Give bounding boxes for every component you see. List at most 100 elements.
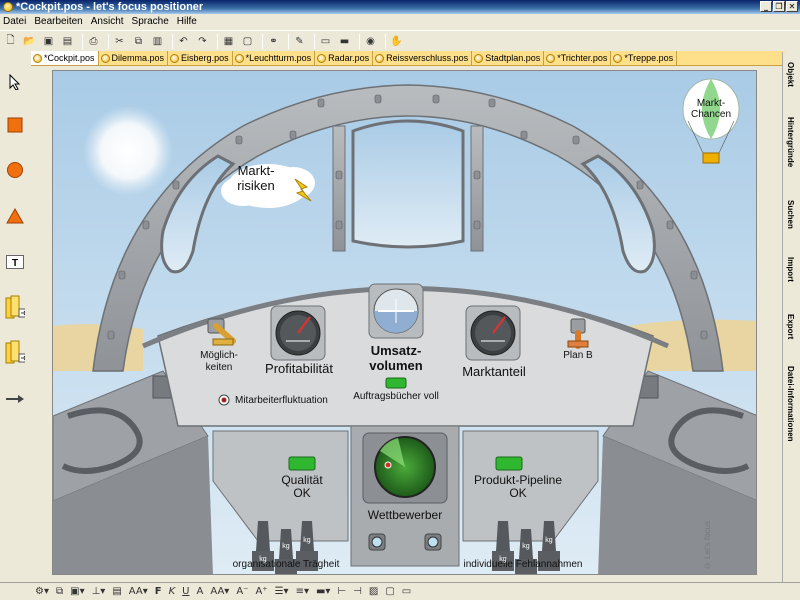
pointer-tool-icon[interactable] <box>5 72 25 92</box>
layer-icon[interactable]: ▣▾ <box>70 586 84 597</box>
open-image-icon[interactable]: ▣ <box>41 34 56 49</box>
edit-icon[interactable]: ✎ <box>292 34 307 49</box>
tab-import[interactable]: Import <box>786 257 795 282</box>
camera-icon[interactable]: ◉ <box>363 34 378 49</box>
copy-icon[interactable]: ⧉ <box>131 34 146 49</box>
window-icon[interactable]: ▢ <box>240 34 255 49</box>
line-spacing-icon[interactable]: ≡▾ <box>296 586 309 597</box>
shadow-icon[interactable]: ▭ <box>402 586 411 597</box>
gauge-marktanteil <box>465 305 521 361</box>
text-align-icon[interactable]: ☰▾ <box>275 586 289 597</box>
order-icon[interactable]: ▤ <box>112 586 121 597</box>
toolbar-separator <box>385 34 386 49</box>
save-icon[interactable]: ▤ <box>60 34 75 49</box>
increase-font-icon[interactable]: A⁺ <box>255 586 267 597</box>
tab-stadtplan[interactable]: Stadtplan.pos <box>472 51 545 65</box>
font-icon[interactable]: AA▾ <box>129 586 148 597</box>
menu-datei[interactable]: Datei <box>3 16 26 27</box>
tab-eisberg[interactable]: Eisberg.pos <box>168 51 233 65</box>
hand-icon[interactable]: ✋ <box>389 34 404 49</box>
document-icon <box>234 53 244 63</box>
text-color-icon[interactable]: A <box>197 586 204 597</box>
line-start-icon[interactable]: ⊢ <box>337 586 346 597</box>
redo-icon[interactable]: ↷ <box>195 34 210 49</box>
pipeline-label: Produkt-Pipeline OK <box>473 473 563 500</box>
print-icon[interactable]: ⎙ <box>86 34 101 49</box>
open-folder-icon[interactable]: 📂 <box>22 34 37 49</box>
tab-datei-informationen[interactable]: Datei-Informationen <box>786 366 795 442</box>
presentation-icon[interactable]: ▭ <box>318 34 333 49</box>
background-library-icon[interactable] <box>5 340 25 366</box>
tab-treppe[interactable]: *Treppe.pos <box>611 51 678 65</box>
group-icon[interactable]: ⧉ <box>56 586 63 597</box>
tab-objekt[interactable]: Objekt <box>786 62 795 87</box>
tab-reissverschluss[interactable]: Reissverschluss.pos <box>373 51 473 65</box>
line-style-icon[interactable]: ▬▾ <box>316 586 330 597</box>
weight-label: kg <box>303 537 311 544</box>
tab-hintergruende[interactable]: Hintergründe <box>786 117 795 167</box>
tab-export[interactable]: Export <box>786 314 795 339</box>
tab-dilemma[interactable]: Dilemma.pos <box>99 51 169 65</box>
document-icon <box>474 53 484 63</box>
toolbar-separator <box>262 34 263 49</box>
menu-ansicht[interactable]: Ansicht <box>91 16 124 27</box>
side-panel-tabs: Objekt Hintergründe Suchen Import Export… <box>782 52 800 582</box>
underline-icon[interactable]: U <box>182 586 189 597</box>
center-title-label: Umsatz- volumen <box>369 343 423 373</box>
line-end-icon[interactable]: ⊣ <box>353 586 362 597</box>
cut-icon[interactable]: ✂ <box>112 34 127 49</box>
tab-leuchtturm[interactable]: *Leuchtturm.pos <box>233 51 316 65</box>
paste-icon[interactable]: ▥ <box>150 34 165 49</box>
rectangle-tool-icon[interactable] <box>5 115 25 135</box>
link-icon[interactable]: ⚭ <box>266 34 281 49</box>
menu-sprache[interactable]: Sprache <box>132 16 169 27</box>
circle-tool-icon[interactable] <box>5 160 25 180</box>
border-color-icon[interactable]: ▢ <box>385 586 394 597</box>
tab-radar[interactable]: Radar.pos <box>315 51 374 65</box>
document-icon <box>317 53 327 63</box>
quality-label: Qualität OK <box>281 473 323 500</box>
format-toolbar: ⚙▾ ⧉ ▣▾ ⊥▾ ▤ AA▾ F K U A AA▾ A⁻ A⁺ ☰▾ ≡▾… <box>0 582 800 600</box>
italic-icon[interactable]: K <box>169 586 176 597</box>
tab-suchen[interactable]: Suchen <box>786 200 795 229</box>
text-tool-icon[interactable]: T <box>5 252 25 272</box>
arrow-tool-icon[interactable] <box>5 389 25 409</box>
weight-label: kg <box>522 543 530 550</box>
tab-trichter[interactable]: *Trichter.pos <box>544 51 612 65</box>
restore-button[interactable]: ❐ <box>773 1 785 12</box>
monitor-icon[interactable]: ▬ <box>337 34 352 49</box>
decrease-font-icon[interactable]: A⁻ <box>236 586 248 597</box>
align-icon[interactable]: ⊥▾ <box>92 586 106 597</box>
arrange-icon[interactable]: ⚙▾ <box>35 586 49 597</box>
switch-left-label: Möglich- keiten <box>200 350 238 373</box>
toolbar-separator <box>314 34 315 49</box>
undo-icon[interactable]: ↶ <box>176 34 191 49</box>
bold-icon[interactable]: F <box>155 586 162 597</box>
main-toolbar: 🗋 📂 ▣ ▤ ⎙ ✂ ⧉ ▥ ↶ ↷ ▦ ▢ ⚭ ✎ ▭ ▬ ◉ ✋ <box>0 30 800 52</box>
switch-right-label: Plan B <box>563 350 593 361</box>
title-bar: *Cockpit.pos - let's focus positioner _ … <box>0 0 800 14</box>
weight-label: kg <box>282 543 290 550</box>
document-tabs: *Cockpit.pos Dilemma.pos Eisberg.pos *Le… <box>31 51 785 66</box>
menu-hilfe[interactable]: Hilfe <box>177 16 197 27</box>
app-icon <box>3 2 13 12</box>
layout-icon[interactable]: ▦ <box>221 34 236 49</box>
tab-cockpit[interactable]: *Cockpit.pos <box>31 51 99 65</box>
tool-palette: T <box>0 52 30 582</box>
horizon-gauge <box>368 283 424 339</box>
weight-label: kg <box>499 556 507 563</box>
gauge-right-label: Marktanteil <box>462 364 526 379</box>
triangle-tool-icon[interactable] <box>5 206 25 226</box>
minimize-button[interactable]: _ <box>760 1 772 12</box>
new-file-icon[interactable]: 🗋 <box>3 34 18 49</box>
radio-label: Mitarbeiterfluktuation <box>235 395 328 406</box>
object-library-icon[interactable] <box>5 295 25 321</box>
toolbar-separator <box>288 34 289 49</box>
cockpit-canvas[interactable]: Markt- Chancen Markt- risiken Möglich- k… <box>52 70 757 575</box>
close-button[interactable]: ✕ <box>786 1 798 12</box>
menu-bearbeiten[interactable]: Bearbeiten <box>34 16 82 27</box>
top-window <box>351 119 465 249</box>
font-size-icon[interactable]: AA▾ <box>210 586 229 597</box>
fill-color-icon[interactable]: ▨ <box>369 586 378 597</box>
inertia-label: organisationale Trägheit <box>232 559 340 570</box>
